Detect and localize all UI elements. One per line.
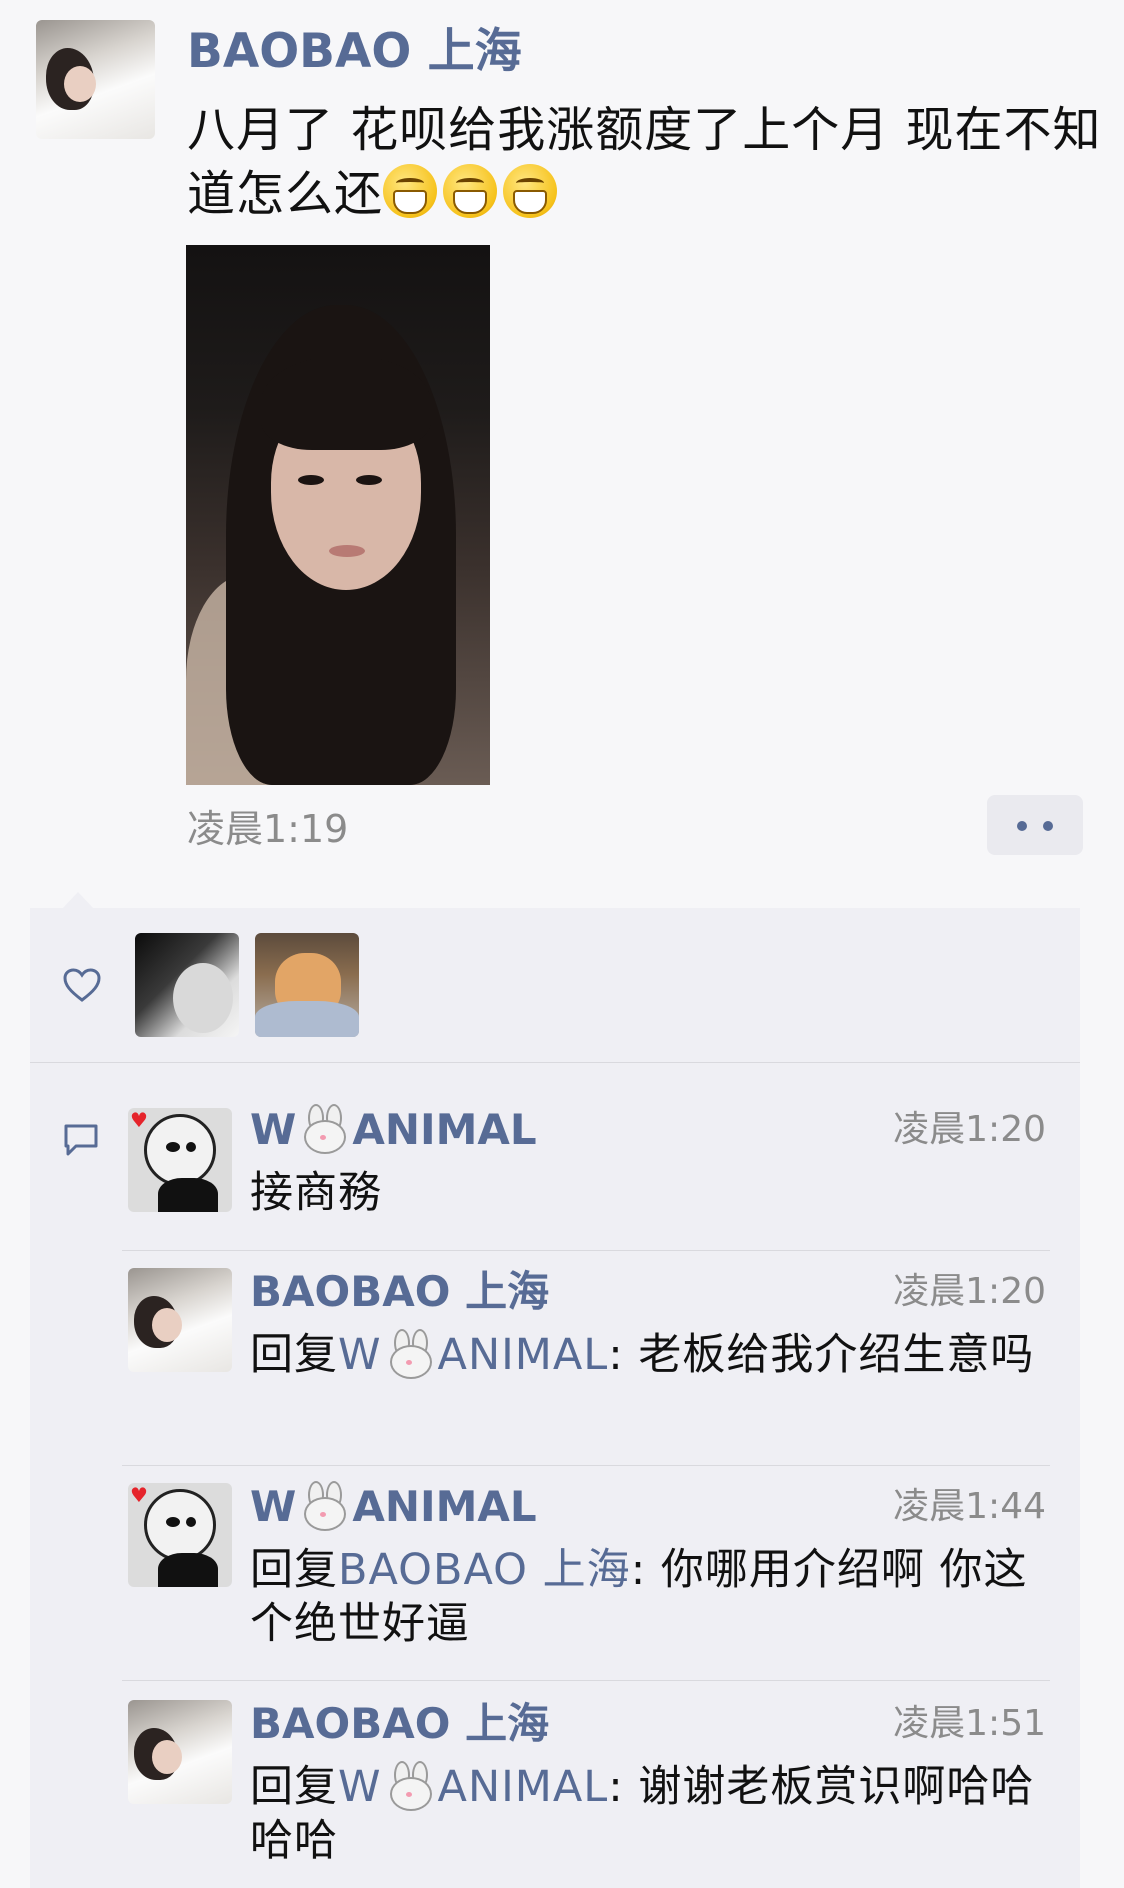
bunny-face-icon [386,1761,434,1811]
more-dot-icon [1017,821,1027,831]
bunny-face-icon [300,1104,348,1154]
comment-divider [122,1250,1050,1251]
reply-to-name[interactable]: W ANIMAL [338,1761,608,1812]
comment-text: 回复W ANIMAL: 老板给我介绍生意吗 [250,1329,1035,1380]
reply-to-name[interactable]: W ANIMAL [338,1329,608,1380]
comment-author[interactable]: BAOBAO 上海 [250,1266,549,1318]
reply-to-name[interactable]: BAOBAO 上海 [338,1545,631,1595]
comment-avatar[interactable] [128,1268,232,1372]
heart-icon [63,968,101,1002]
bunny-face-icon [300,1481,348,1531]
grinning-face-emoji-icon [383,164,438,218]
more-dot-icon [1043,821,1053,831]
post-timestamp: 凌晨1:19 [187,807,349,851]
comment-avatar[interactable]: ♥ [128,1108,232,1212]
grinning-face-emoji-icon [503,164,558,218]
like-avatar[interactable] [135,933,239,1037]
post-text: 八月了 花呗给我涨额度了上个月 现在不知道怎么还 [187,98,1107,226]
comment-time: 凌晨1:20 [893,1109,1046,1150]
comment-divider [122,1680,1050,1681]
grinning-face-emoji-icon [443,164,498,218]
comment-avatar[interactable] [128,1700,232,1804]
post-text-body: 八月了 花呗给我涨额度了上个月 现在不知道怎么还 [187,102,1102,222]
comment-time: 凌晨1:51 [893,1703,1046,1744]
panel-caret [62,892,94,909]
comment-divider [122,1465,1050,1466]
comment-author[interactable]: W ANIMAL [250,1104,537,1156]
post-author-name[interactable]: BAOBAO 上海 [187,24,522,80]
comment-text: 接商務 [250,1168,382,1218]
bunny-face-icon [386,1329,434,1379]
like-avatar[interactable] [255,933,359,1037]
comment-time: 凌晨1:20 [893,1271,1046,1312]
more-actions-button[interactable] [987,795,1083,855]
likes-divider [30,1062,1080,1063]
comment-avatar[interactable]: ♥ [128,1483,232,1587]
comment-author[interactable]: BAOBAO 上海 [250,1698,549,1750]
comment-author[interactable]: W ANIMAL [250,1481,537,1533]
comment-icon [64,1124,98,1156]
comment-time: 凌晨1:44 [893,1486,1046,1527]
comment-text: 回复W ANIMAL: 谢谢老板赏识啊哈哈哈哈 [250,1761,1035,1866]
comment-text: 回复BAOBAO 上海: 你哪用介绍啊 你这个绝世好逼 [250,1545,1028,1649]
post-author-avatar[interactable] [36,20,155,139]
post-photo[interactable] [186,245,490,785]
